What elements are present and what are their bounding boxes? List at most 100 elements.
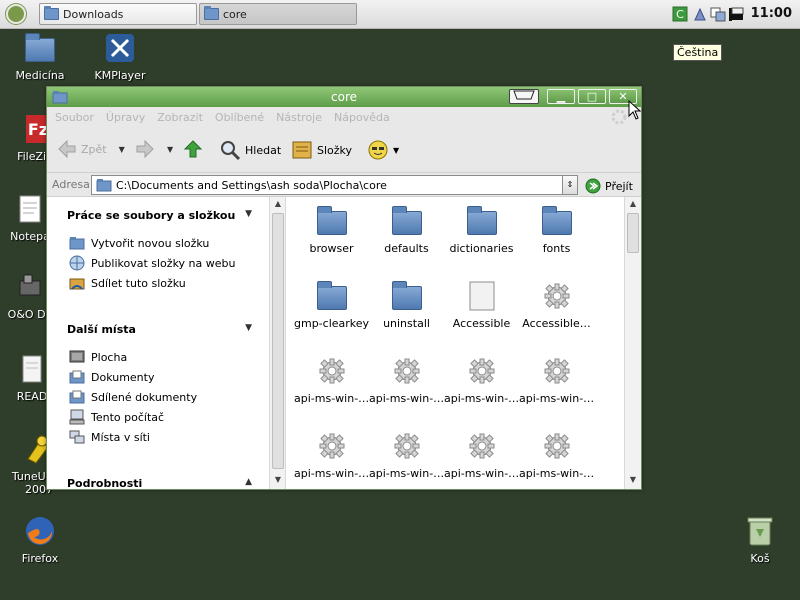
scroll-thumb[interactable] (272, 213, 284, 469)
folder-item[interactable]: fonts (519, 205, 594, 255)
task-new-folder[interactable]: Vytvořit novou složku (69, 235, 209, 251)
menu-edit[interactable]: Úpravy (106, 111, 145, 124)
green-c-tray-icon[interactable]: C (672, 6, 688, 22)
scroll-up-icon[interactable]: ▲ (272, 199, 284, 211)
minimize-button[interactable]: ▁ (547, 89, 575, 104)
file-item[interactable]: api-ms-win-… (444, 430, 519, 480)
throbber-icon (611, 109, 627, 125)
svg-text:C: C (676, 8, 684, 21)
desktop-icon-kmplayer[interactable]: KMPlayer (80, 32, 160, 82)
title-bar[interactable]: core ▁ □ ✕ (47, 87, 641, 107)
forward-dropdown-icon[interactable]: ▼ (167, 145, 173, 154)
folder-item[interactable]: gmp-clearkey (294, 280, 369, 330)
task-pane: Práce se soubory a složkou ▼ Vytvořit no… (47, 197, 285, 489)
share-folder-icon (69, 278, 85, 290)
forward-button[interactable]: ▼ (135, 139, 173, 159)
up-button[interactable] (183, 139, 203, 159)
maximize-button[interactable]: □ (578, 89, 606, 104)
file-name: Accessible (452, 317, 511, 330)
other-places-header[interactable]: Další místa ▼ (67, 323, 252, 336)
file-item[interactable]: api-ms-win-… (369, 430, 444, 480)
folder-item[interactable]: dictionaries (444, 205, 519, 255)
details-header[interactable]: Podrobnosti ▲ (67, 477, 252, 489)
menu-help[interactable]: Nápověda (334, 111, 390, 124)
clock[interactable]: 11:00 (751, 6, 792, 21)
file-name: browser (309, 242, 354, 255)
file-item[interactable]: Accessible… (519, 280, 594, 330)
views-button[interactable]: ▼ (367, 139, 399, 161)
address-input[interactable]: C:\Documents and Settings\ash soda\Ploch… (91, 175, 578, 195)
file-name: defaults (384, 242, 429, 255)
scroll-thumb[interactable] (627, 213, 639, 253)
place-network[interactable]: Místa v síti (69, 429, 150, 445)
file-name: api-ms-win-… (294, 392, 369, 405)
security-tray-icon[interactable] (692, 6, 708, 22)
language-tooltip: Čeština (673, 44, 723, 61)
back-button[interactable]: Zpět ▼ (57, 139, 125, 159)
address-bar: Adresa C:\Documents and Settings\ash sod… (47, 173, 641, 197)
go-arrow-icon (585, 178, 601, 194)
file-item[interactable]: api-ms-win-… (294, 355, 369, 405)
file-item[interactable]: api-ms-win-… (519, 355, 594, 405)
place-documents[interactable]: Dokumenty (69, 369, 154, 385)
file-item[interactable]: api-ms-win-… (519, 430, 594, 480)
file-name: gmp-clearkey (294, 317, 369, 330)
folders-icon (292, 141, 312, 159)
folder-item[interactable]: browser (294, 205, 369, 255)
keyboard-layout-button[interactable] (509, 89, 539, 104)
keyboard-layout-tray-icon[interactable] (710, 6, 726, 22)
file-name: api-ms-win-… (294, 467, 369, 480)
taskbar-item-core[interactable]: core (199, 3, 357, 25)
address-dropdown-button[interactable]: ⇕ (562, 175, 578, 195)
taskbar-item-downloads[interactable]: Downloads (39, 3, 197, 25)
defrag-icon (19, 274, 41, 296)
file-item[interactable]: api-ms-win-… (444, 355, 519, 405)
menu-file[interactable]: Soubor (55, 111, 94, 124)
file-item[interactable]: api-ms-win-… (294, 430, 369, 480)
flag-tray-icon[interactable] (728, 6, 744, 22)
file-tasks-header[interactable]: Práce se soubory a složkou ▼ (67, 209, 252, 222)
folder-item[interactable]: uninstall (369, 280, 444, 330)
ubuntu-logo-icon[interactable] (6, 4, 26, 24)
collapse-icon[interactable]: ▼ (245, 209, 252, 219)
back-dropdown-icon[interactable]: ▼ (119, 145, 125, 154)
place-shared-documents[interactable]: Sdílené dokumenty (69, 389, 197, 405)
file-item[interactable]: Accessible (444, 280, 519, 330)
folder-icon (316, 280, 348, 312)
folders-button[interactable]: Složky (291, 139, 352, 161)
file-item[interactable]: api-ms-win-… (369, 355, 444, 405)
toolbar: Zpět ▼ ▼ Hledat Složky ▼ (47, 127, 641, 173)
scroll-up-icon[interactable]: ▲ (627, 199, 639, 211)
up-arrow-icon (183, 140, 203, 158)
monitor-icon (513, 90, 535, 100)
folder-icon (391, 205, 423, 237)
task-pane-scrollbar[interactable]: ▲ ▼ (269, 197, 285, 489)
scroll-down-icon[interactable]: ▼ (627, 475, 639, 487)
menu-tools[interactable]: Nástroje (276, 111, 322, 124)
place-my-computer[interactable]: Tento počítač (69, 409, 164, 425)
file-name: fonts (542, 242, 571, 255)
search-button[interactable]: Hledat (219, 139, 281, 161)
place-desktop[interactable]: Plocha (69, 349, 127, 365)
minimize-icon: ▁ (556, 90, 566, 103)
shared-documents-icon (69, 390, 85, 404)
kmplayer-icon (106, 34, 134, 62)
scroll-down-icon[interactable]: ▼ (272, 475, 284, 487)
folder-icon (204, 6, 219, 20)
menu-view[interactable]: Zobrazit (157, 111, 203, 124)
go-button[interactable]: Přejít (585, 178, 633, 194)
task-publish-web[interactable]: Publikovat složky na webu (69, 255, 235, 271)
file-name: Accessible… (522, 317, 591, 330)
address-value: C:\Documents and Settings\ash soda\Ploch… (116, 178, 387, 192)
file-list-scrollbar[interactable]: ▲ ▼ (624, 197, 641, 489)
desktop-icon-firefox[interactable]: Firefox (0, 515, 80, 565)
task-share-folder[interactable]: Sdílet tuto složku (69, 275, 186, 291)
desktop-icon-medicina[interactable]: Medicína (0, 32, 80, 82)
gear-icon (466, 355, 498, 387)
expand-icon[interactable]: ▲ (245, 477, 252, 487)
desktop-icon-trash[interactable]: Koš (720, 515, 800, 565)
file-name: api-ms-win-… (519, 392, 594, 405)
collapse-icon[interactable]: ▼ (245, 323, 252, 333)
folder-item[interactable]: defaults (369, 205, 444, 255)
menu-favorites[interactable]: Oblíbené (215, 111, 264, 124)
